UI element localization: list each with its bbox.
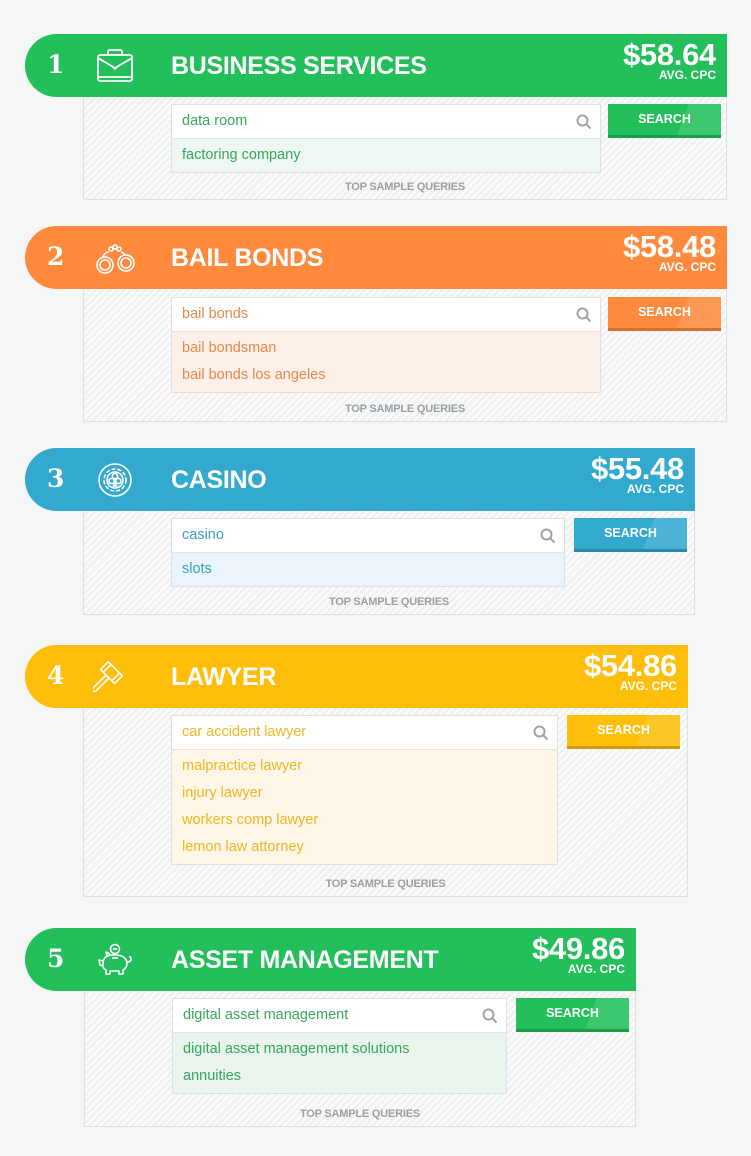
rank-number: 4 [47, 661, 65, 690]
price-value: $49.86 [531, 931, 625, 966]
search-icon[interactable] [482, 1008, 498, 1024]
caption: TOP SAMPLE QUERIES [325, 878, 446, 890]
search-input[interactable]: casino [172, 519, 564, 553]
search-input[interactable]: car accident lawyer [172, 716, 557, 750]
suggestion-item[interactable]: digital asset management solutions [173, 1036, 506, 1063]
search-button[interactable]: SEARCH [567, 715, 680, 749]
rank-number: 1 [47, 50, 65, 79]
price-value: $54.86 [583, 648, 677, 683]
search-button[interactable]: SEARCH [516, 998, 629, 1032]
search-icon[interactable] [576, 114, 592, 130]
caption: TOP SAMPLE QUERIES [328, 596, 450, 608]
avg-cpc: $58.64 AVG. CPC [623, 38, 716, 82]
price-value: $58.48 [622, 229, 716, 264]
search-box: digital asset management digital asset m… [172, 998, 507, 1094]
briefcase-icon [93, 46, 137, 86]
category-title: CASINO [171, 466, 267, 494]
search-button-label: SEARCH [638, 305, 691, 319]
suggestion-list: slots [172, 553, 564, 586]
suggestion-item[interactable]: bail bondsman [172, 335, 600, 362]
suggestion-list: digital asset management solutions annui… [173, 1033, 506, 1093]
query-panel: bail bonds bail bondsman bail bonds los … [83, 290, 727, 422]
search-input-value: data room [182, 113, 248, 129]
search-box: car accident lawyer malpractice lawyer i… [171, 715, 558, 865]
price-value: $58.64 [622, 37, 716, 72]
rank-number: 5 [47, 944, 65, 973]
casino-chip-icon [93, 460, 137, 500]
price-value: $55.48 [590, 451, 684, 486]
search-input-value: car accident lawyer [182, 724, 307, 740]
search-button[interactable]: SEARCH [608, 104, 721, 138]
suggestion-item[interactable]: bail bonds los angeles [172, 362, 600, 389]
category-title: BAIL BONDS [171, 244, 324, 272]
search-box: data room factoring company [171, 104, 601, 173]
search-input-value: bail bonds [182, 306, 249, 322]
suggestion-list: factoring company [172, 139, 600, 172]
suggestion-item[interactable]: lemon law attorney [172, 834, 557, 861]
piggy-bank-icon [93, 940, 137, 980]
query-panel: car accident lawyer malpractice lawyer i… [83, 708, 688, 897]
suggestion-list: malpractice lawyer injury lawyer workers… [172, 750, 557, 864]
category-header: 4 LAWYER $54.86 AVG. CPC [25, 645, 688, 708]
avg-cpc: $54.86 AVG. CPC [584, 649, 677, 693]
suggestion-item[interactable]: malpractice lawyer [172, 753, 557, 780]
query-panel: digital asset management digital asset m… [84, 991, 636, 1127]
category-header: 2 BAIL BONDS $58.48 AVG. CPC [25, 226, 727, 289]
search-button-label: SEARCH [604, 526, 657, 540]
caption: TOP SAMPLE QUERIES [299, 1108, 421, 1120]
search-button[interactable]: SEARCH [574, 518, 687, 552]
search-icon[interactable] [533, 725, 549, 741]
search-input-value: digital asset management [183, 1007, 349, 1023]
search-icon[interactable] [576, 307, 592, 323]
suggestion-item[interactable]: annuities [173, 1063, 506, 1090]
suggestion-item[interactable]: factoring company [172, 142, 600, 169]
search-button-label: SEARCH [546, 1006, 599, 1020]
rank-number: 2 [47, 242, 65, 271]
query-panel: casino slots SEARCH TOP SAMPLE QUERIES [83, 511, 695, 615]
search-input[interactable]: digital asset management [173, 999, 506, 1033]
suggestion-item[interactable]: workers comp lawyer [172, 807, 557, 834]
search-button[interactable]: SEARCH [608, 297, 721, 331]
suggestion-item[interactable]: injury lawyer [172, 780, 557, 807]
avg-cpc: $55.48 AVG. CPC [591, 452, 684, 496]
search-box: casino slots [171, 518, 565, 587]
gavel-icon [91, 657, 137, 697]
search-button-label: SEARCH [638, 112, 691, 126]
category-title: LAWYER [171, 663, 277, 691]
rank-number: 3 [47, 464, 65, 493]
category-title: ASSET MANAGEMENT [171, 946, 439, 974]
caption: TOP SAMPLE QUERIES [344, 403, 466, 415]
category-header: 5 ASSET MANAGEMENT $49.86 AVG. CPC [25, 928, 636, 991]
suggestion-item[interactable]: slots [172, 556, 564, 583]
search-input[interactable]: data room [172, 105, 600, 139]
category-header: 1 BUSINESS SERVICES $58.64 AVG. CPC [25, 34, 727, 97]
search-input-value: casino [182, 527, 224, 543]
query-panel: data room factoring company SEARCH TOP S… [83, 97, 727, 200]
search-box: bail bonds bail bondsman bail bonds los … [171, 297, 601, 393]
search-input[interactable]: bail bonds [172, 298, 600, 332]
caption: TOP SAMPLE QUERIES [344, 181, 466, 193]
category-title: BUSINESS SERVICES [171, 52, 427, 80]
category-header: 3 CASINO $55.48 AVG. CPC [25, 448, 695, 511]
handcuffs-icon [93, 238, 137, 278]
avg-cpc: $58.48 AVG. CPC [623, 230, 716, 274]
search-button-label: SEARCH [597, 723, 650, 737]
avg-cpc: $49.86 AVG. CPC [532, 932, 625, 976]
suggestion-list: bail bondsman bail bonds los angeles [172, 332, 600, 392]
search-icon[interactable] [540, 528, 556, 544]
